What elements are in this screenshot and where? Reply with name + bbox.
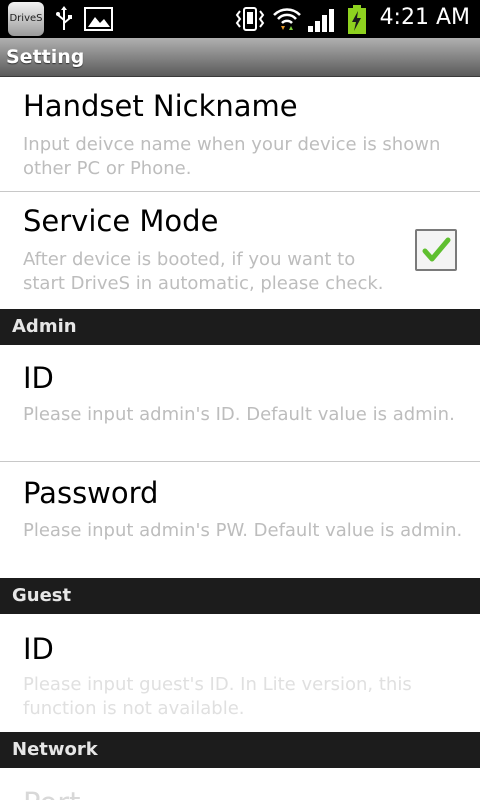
section-header-admin: Admin <box>0 309 480 345</box>
image-icon <box>84 6 114 36</box>
title-bar: Setting <box>0 38 480 77</box>
section-header-label: Admin <box>12 316 77 337</box>
section-header-label: Guest <box>12 585 72 606</box>
pref-title: Handset Nickname <box>23 89 298 123</box>
pref-handset-nickname[interactable]: Handset Nickname Input deivce name when … <box>0 77 480 191</box>
pref-service-mode[interactable]: Service Mode After device is booted, if … <box>0 192 480 308</box>
pref-admin-id[interactable]: ID Please input admin's ID. Default valu… <box>0 345 480 461</box>
page-title: Setting <box>6 46 85 68</box>
pref-title: Service Mode <box>23 204 219 238</box>
pref-summary: After device is booted, if you want to s… <box>23 249 384 294</box>
pref-summary: Input deivce name when your device is sh… <box>23 134 441 179</box>
pref-admin-password[interactable]: Password Please input admin's PW. Defaul… <box>0 462 480 578</box>
pref-summary: Please input guest's ID. In Lite version… <box>23 674 412 719</box>
checkmark-icon <box>422 237 451 262</box>
status-clock: 4:21 AM <box>379 5 470 30</box>
pref-title: Password <box>23 476 159 510</box>
pref-port[interactable]: Port <box>0 768 480 800</box>
pref-summary: Please input admin's PW. Default value i… <box>23 520 463 541</box>
section-header-network: Network <box>0 732 480 768</box>
wifi-icon <box>272 6 302 36</box>
pref-guest-id: ID Please input guest's ID. In Lite vers… <box>0 614 480 732</box>
section-header-guest: Guest <box>0 578 480 614</box>
vibrate-icon <box>234 6 266 36</box>
battery-charging-icon <box>346 5 368 39</box>
pref-summary: Please input admin's ID. Default value i… <box>23 404 455 425</box>
pref-title: ID <box>23 361 54 395</box>
status-bar: DriveS 4:21 AM <box>0 0 480 38</box>
section-header-label: Network <box>12 739 98 760</box>
pref-title: Port <box>23 786 81 800</box>
usb-icon <box>54 6 74 36</box>
signal-icon <box>306 6 338 38</box>
drives-app-icon: DriveS <box>8 2 44 36</box>
service-mode-checkbox[interactable] <box>415 229 457 271</box>
pref-title: ID <box>23 632 54 666</box>
